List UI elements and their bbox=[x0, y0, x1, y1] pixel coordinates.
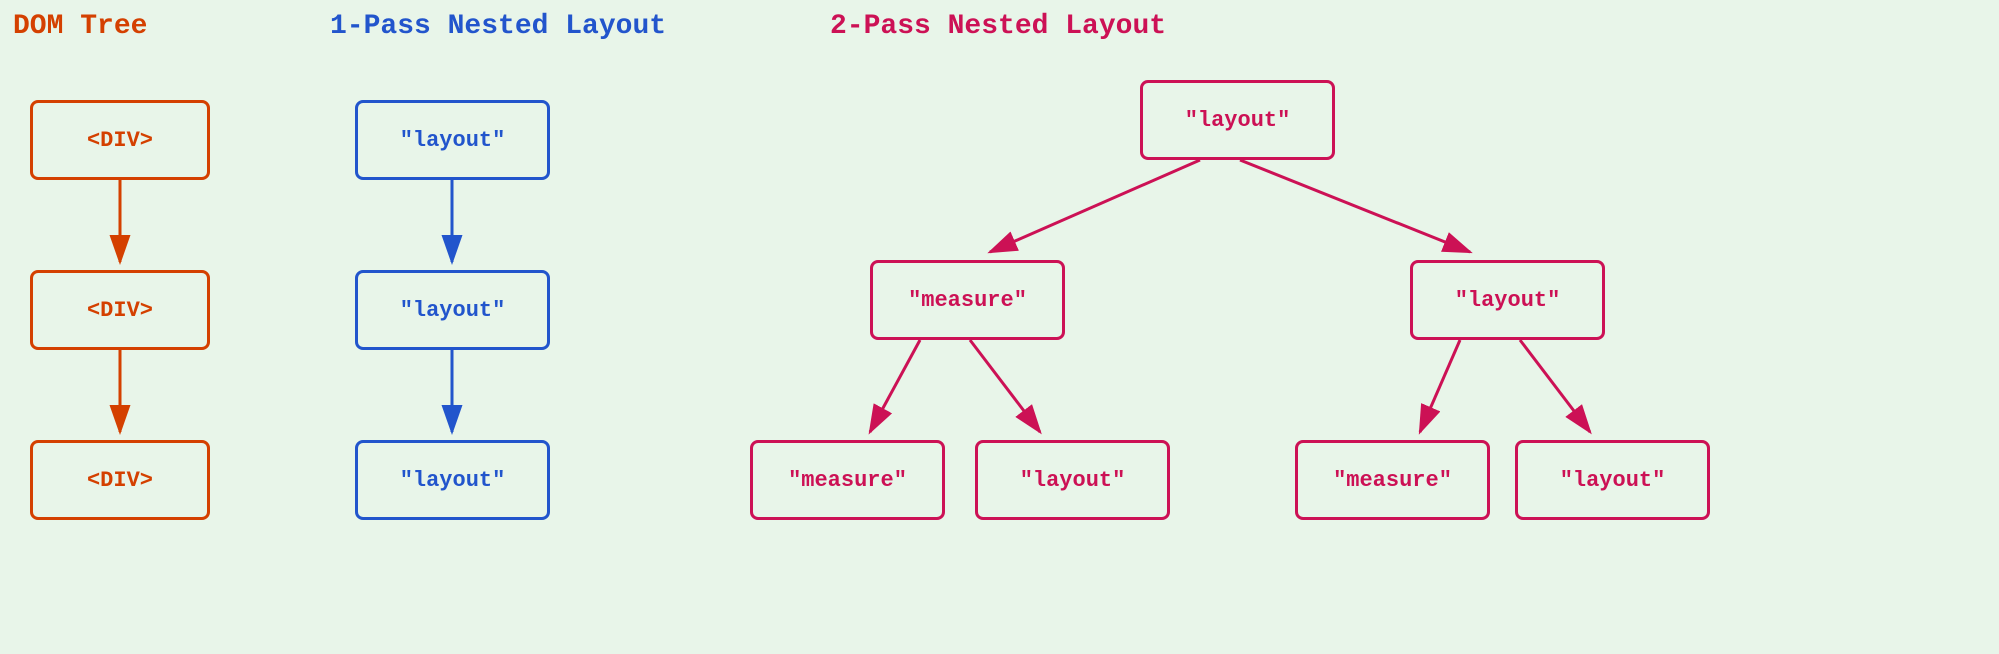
1pass-node-3: "layout" bbox=[355, 440, 550, 520]
2pass-node-layout-r: "layout" bbox=[1410, 260, 1605, 340]
2pass-node-measure-ll: "measure" bbox=[750, 440, 945, 520]
2pass-node-layout-lr: "layout" bbox=[975, 440, 1170, 520]
2pass-node-measure-rl: "measure" bbox=[1295, 440, 1490, 520]
2pass-node-measure-l: "measure" bbox=[870, 260, 1065, 340]
2pass-node-layout-rr: "layout" bbox=[1515, 440, 1710, 520]
2pass-node-root: "layout" bbox=[1140, 80, 1335, 160]
dom-node-1: <DIV> bbox=[30, 100, 210, 180]
1pass-title: 1-Pass Nested Layout bbox=[330, 11, 666, 42]
1pass-node-1: "layout" bbox=[355, 100, 550, 180]
1pass-node-2: "layout" bbox=[355, 270, 550, 350]
dom-tree-title: DOM Tree bbox=[13, 11, 147, 42]
dom-node-3: <DIV> bbox=[30, 440, 210, 520]
dom-node-2: <DIV> bbox=[30, 270, 210, 350]
2pass-title: 2-Pass Nested Layout bbox=[830, 11, 1166, 42]
